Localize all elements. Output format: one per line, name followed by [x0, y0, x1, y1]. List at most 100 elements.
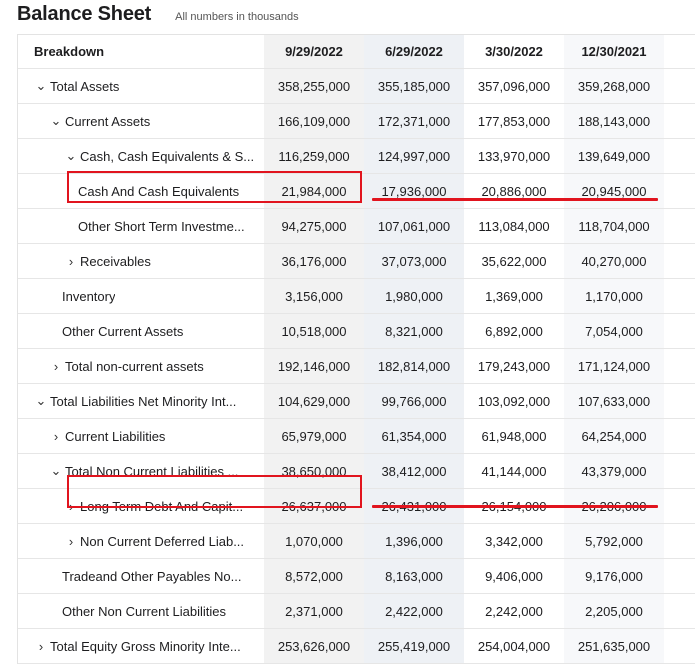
value-cell: 20,945,000: [564, 174, 664, 208]
chevron-right-icon[interactable]: ›: [64, 534, 78, 549]
chevron-down-icon[interactable]: ⌄: [49, 463, 63, 479]
balance-sheet-table: Breakdown 9/29/2022 6/29/2022 3/30/2022 …: [17, 34, 695, 664]
value-cell: 38,412,000: [364, 454, 464, 488]
value-cell: 358,255,000: [264, 69, 364, 103]
chevron-right-icon[interactable]: ›: [64, 254, 78, 269]
value-cell: 17,936,000: [364, 174, 464, 208]
table-row: ⌄ Cash, Cash Equivalents & S... 116,259,0…: [18, 139, 695, 174]
value-cell: 2,205,000: [564, 594, 664, 628]
value-cell: 8,163,000: [364, 559, 464, 593]
value-cell: 40,270,000: [564, 244, 664, 278]
value-cell: 1,396,000: [364, 524, 464, 558]
highlight-underline-cash: [372, 198, 658, 201]
column-header-date: 12/30/2021: [564, 35, 664, 68]
value-cell: 107,633,000: [564, 384, 664, 418]
value-cell: 61,948,000: [464, 419, 564, 453]
row-label: Current Assets: [65, 113, 151, 129]
table-row: Other Short Term Investme... 94,275,000 …: [18, 209, 695, 244]
value-cell: 1,170,000: [564, 279, 664, 313]
value-cell: 20,886,000: [464, 174, 564, 208]
row-label: Other Non Current Liabilities: [62, 603, 227, 619]
value-cell: 99,766,000: [364, 384, 464, 418]
value-cell: 8,572,000: [264, 559, 364, 593]
value-cell: 166,109,000: [264, 104, 364, 138]
value-cell: 64,254,000: [564, 419, 664, 453]
chevron-down-icon[interactable]: ⌄: [34, 78, 48, 94]
value-cell: 103,092,000: [464, 384, 564, 418]
table-row: ⌄ Total Assets 358,255,000 355,185,000 35…: [18, 69, 695, 104]
value-cell: 253,626,000: [264, 629, 364, 663]
value-cell: 37,073,000: [364, 244, 464, 278]
value-cell: 255,419,000: [364, 629, 464, 663]
value-cell: 35,622,000: [464, 244, 564, 278]
value-cell: 254,004,000: [464, 629, 564, 663]
value-cell: 182,814,000: [364, 349, 464, 383]
row-label: Current Liabilities: [65, 428, 166, 444]
value-cell: 359,268,000: [564, 69, 664, 103]
table-row: › Total Equity Gross Minority Inte... 253…: [18, 629, 695, 664]
chevron-down-icon[interactable]: ⌄: [34, 393, 48, 409]
chevron-down-icon[interactable]: ⌄: [49, 113, 63, 129]
table-row: Other Current Assets 10,518,000 8,321,00…: [18, 314, 695, 349]
chevron-right-icon[interactable]: ›: [34, 639, 48, 654]
value-cell: 5,792,000: [564, 524, 664, 558]
row-label: Total non-current assets: [65, 358, 204, 374]
column-header-date: 3/30/2022: [464, 35, 564, 68]
value-cell: 251,635,000: [564, 629, 664, 663]
value-cell: 357,096,000: [464, 69, 564, 103]
value-cell: 113,084,000: [464, 209, 564, 243]
column-header-date: 6/29/2022: [364, 35, 464, 68]
highlight-box-cash: [67, 171, 362, 203]
value-cell: 116,259,000: [264, 139, 364, 173]
value-cell: 9,176,000: [564, 559, 664, 593]
value-cell: 171,124,000: [564, 349, 664, 383]
row-label: Total Liabilities Net Minority Int...: [50, 393, 237, 409]
value-cell: 43,379,000: [564, 454, 664, 488]
row-label: Tradeand Other Payables No...: [62, 568, 242, 584]
value-cell: 2,371,000: [264, 594, 364, 628]
value-cell: 2,422,000: [364, 594, 464, 628]
row-label: Other Short Term Investme...: [78, 218, 245, 234]
page-title: Balance Sheet: [17, 3, 152, 25]
value-cell: 9,406,000: [464, 559, 564, 593]
value-cell: 61,354,000: [364, 419, 464, 453]
table-row: › Non Current Deferred Liab... 1,070,000 …: [18, 524, 695, 559]
value-cell: 65,979,000: [264, 419, 364, 453]
value-cell: 41,144,000: [464, 454, 564, 488]
row-label: Receivables: [80, 253, 151, 269]
chevron-right-icon[interactable]: ›: [49, 359, 63, 374]
row-label: Total Assets: [50, 78, 120, 94]
table-row: Tradeand Other Payables No... 8,572,000 …: [18, 559, 695, 594]
value-cell: 1,980,000: [364, 279, 464, 313]
value-cell: 124,997,000: [364, 139, 464, 173]
table-row: › Total non-current assets 192,146,000 18…: [18, 349, 695, 384]
table-row: Inventory 3,156,000 1,980,000 1,369,000 …: [18, 279, 695, 314]
value-cell: 192,146,000: [264, 349, 364, 383]
row-label: Other Current Assets: [62, 323, 184, 339]
value-cell: 118,704,000: [564, 209, 664, 243]
row-label: Non Current Deferred Liab...: [80, 533, 245, 549]
value-cell: 1,070,000: [264, 524, 364, 558]
value-cell: 188,143,000: [564, 104, 664, 138]
row-label: Total Equity Gross Minority Inte...: [50, 638, 241, 654]
value-cell: 133,970,000: [464, 139, 564, 173]
highlight-underline-long-term-debt: [372, 505, 658, 508]
row-label: Cash, Cash Equivalents & S...: [80, 148, 255, 164]
value-cell: 172,371,000: [364, 104, 464, 138]
page-header: Balance Sheet All numbers in thousands: [17, 0, 299, 30]
value-cell: 2,242,000: [464, 594, 564, 628]
value-cell: 139,649,000: [564, 139, 664, 173]
table-header-row: Breakdown 9/29/2022 6/29/2022 3/30/2022 …: [18, 35, 695, 69]
units-note: All numbers in thousands: [175, 11, 299, 23]
value-cell: 177,853,000: [464, 104, 564, 138]
value-cell: 7,054,000: [564, 314, 664, 348]
value-cell: 10,518,000: [264, 314, 364, 348]
table-row: Other Non Current Liabilities 2,371,000 …: [18, 594, 695, 629]
table-row: › Current Liabilities 65,979,000 61,354,0…: [18, 419, 695, 454]
row-label: Inventory: [62, 288, 116, 304]
column-header-breakdown: Breakdown: [34, 44, 105, 59]
value-cell: 8,321,000: [364, 314, 464, 348]
chevron-down-icon[interactable]: ⌄: [64, 148, 78, 164]
chevron-right-icon[interactable]: ›: [49, 429, 63, 444]
table-row: ⌄ Current Assets 166,109,000 172,371,000 …: [18, 104, 695, 139]
